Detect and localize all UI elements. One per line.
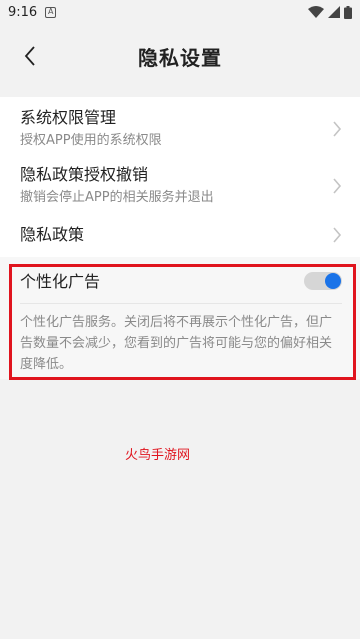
signal-icon bbox=[328, 6, 340, 18]
chevron-left-icon bbox=[24, 46, 35, 66]
personalized-ads-title: 个性化广告 bbox=[20, 272, 101, 291]
item-subtitle: 授权APP使用的系统权限 bbox=[20, 132, 162, 148]
battery-icon bbox=[344, 5, 352, 19]
back-button[interactable] bbox=[16, 42, 44, 70]
chevron-right-icon bbox=[333, 178, 342, 194]
personalized-ads-toggle[interactable] bbox=[304, 272, 342, 290]
settings-item-revoke-privacy-consent[interactable]: 隐私政策授权撤销 撤销会停止APP的相关服务并退出 bbox=[0, 160, 360, 212]
toggle-knob bbox=[325, 273, 341, 289]
item-title: 系统权限管理 bbox=[20, 107, 117, 127]
divider bbox=[20, 303, 342, 304]
status-icons bbox=[308, 5, 352, 19]
status-time: 9:16 bbox=[8, 4, 38, 20]
top-app-bar: 隐私设置 bbox=[0, 24, 360, 88]
item-subtitle: 撤销会停止APP的相关服务并退出 bbox=[20, 190, 214, 205]
settings-item-privacy-policy[interactable]: 隐私政策 bbox=[0, 212, 360, 257]
watermark: 火鸟手游网 bbox=[125, 448, 191, 463]
page-title: 隐私设置 bbox=[138, 45, 222, 70]
notification-icon: A bbox=[45, 6, 57, 18]
wifi-icon bbox=[308, 6, 324, 18]
settings-list: 系统权限管理 授权APP使用的系统权限 隐私政策授权撤销 撤销会停止APP的相关… bbox=[0, 97, 360, 257]
personalized-ads-section: 个性化广告 个性化广告服务。关闭后将不再展示个性化广告，但广告数量不会减少，您看… bbox=[0, 257, 360, 379]
item-title: 隐私政策 bbox=[20, 224, 85, 244]
chevron-right-icon bbox=[333, 120, 342, 137]
personalized-ads-description: 个性化广告服务。关闭后将不再展示个性化广告，但广告数量不会减少，您看到的广告将可… bbox=[20, 315, 333, 372]
settings-item-system-permissions[interactable]: 系统权限管理 授权APP使用的系统权限 bbox=[0, 97, 360, 160]
item-title: 隐私政策授权撤销 bbox=[20, 165, 149, 184]
status-bar: 9:16 A bbox=[0, 0, 360, 24]
chevron-right-icon bbox=[333, 226, 342, 243]
